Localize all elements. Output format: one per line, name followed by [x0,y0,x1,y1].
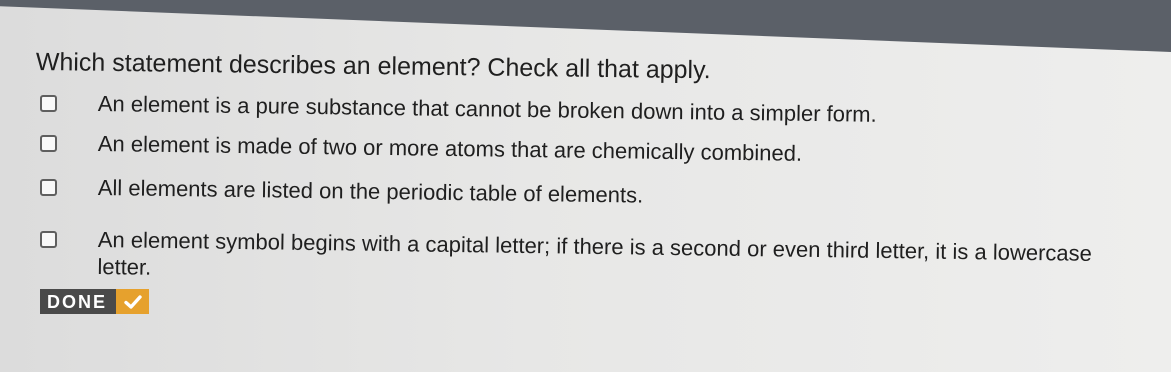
checkbox[interactable] [40,135,57,152]
checkbox[interactable] [40,179,57,196]
answer-option-label: An element is a pure substance that cann… [97,90,877,127]
header-bar [0,0,1171,52]
question-prompt: Which statement describes an element? Ch… [35,48,711,85]
answer-option-label: An element symbol begins with a capital … [97,226,1093,280]
checkbox[interactable] [40,231,57,248]
done-button-label: DONE [40,289,117,314]
answer-option-label: An element is made of two or more atoms … [97,130,803,166]
done-button[interactable]: DONE [40,289,150,314]
answer-option-label: All elements are listed on the periodic … [97,174,644,208]
checkmark-icon [116,289,150,314]
checkbox[interactable] [40,95,57,112]
